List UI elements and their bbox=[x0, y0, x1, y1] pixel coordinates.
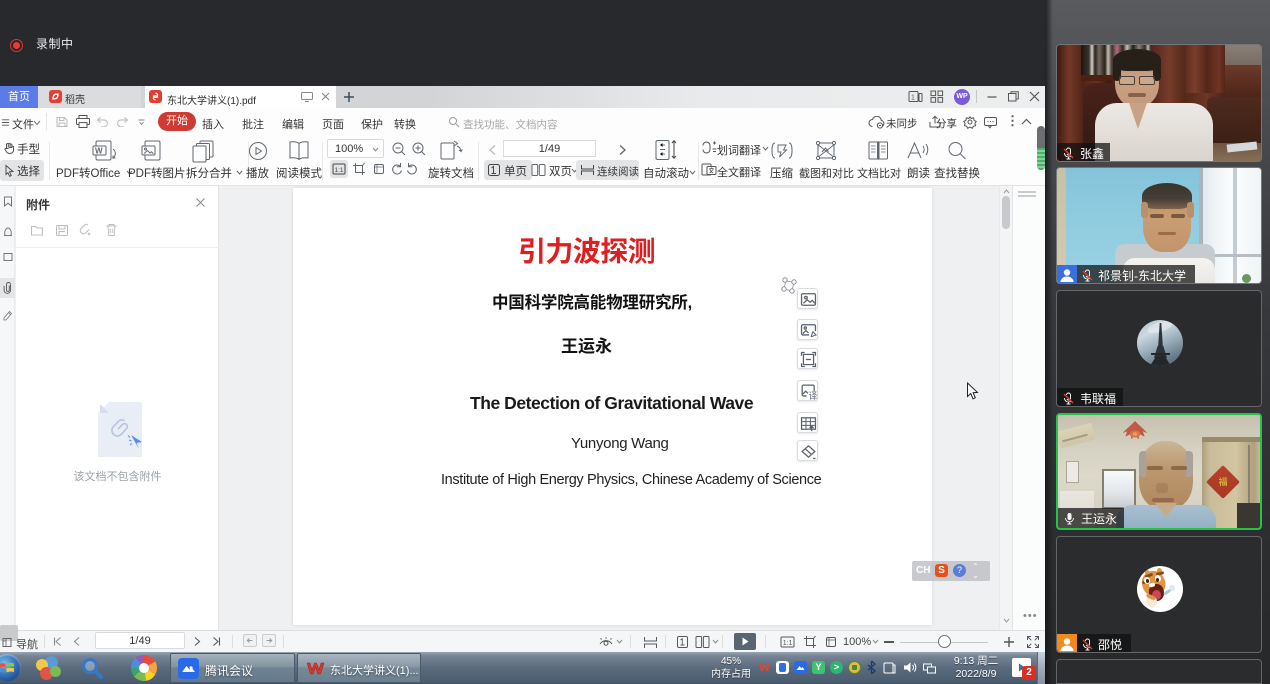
svg-text:W: W bbox=[95, 147, 103, 156]
svg-text:1:1: 1:1 bbox=[335, 167, 344, 174]
svg-text:1:1: 1:1 bbox=[783, 640, 793, 647]
svg-text:1: 1 bbox=[911, 95, 915, 102]
svg-text:译: 译 bbox=[809, 391, 818, 401]
